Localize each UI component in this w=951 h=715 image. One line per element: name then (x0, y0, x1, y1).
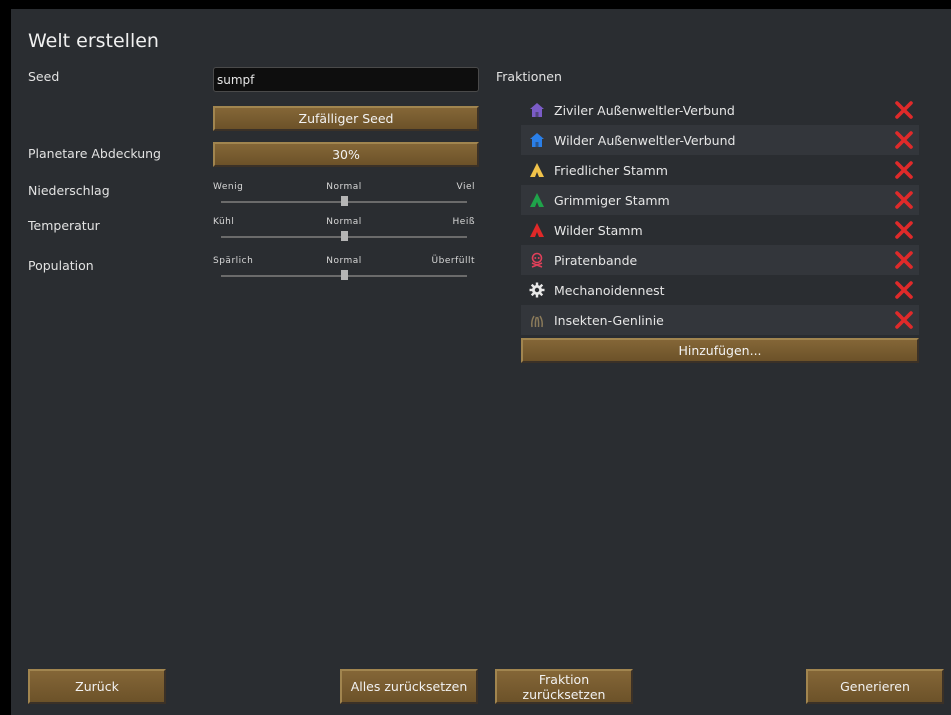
remove-faction-icon[interactable] (895, 101, 913, 119)
population-max-label: Überfüllt (431, 256, 475, 266)
remove-faction-icon[interactable] (895, 281, 913, 299)
slider-thumb[interactable] (341, 270, 348, 280)
generate-button[interactable]: Generieren (806, 669, 944, 704)
population-min-label: Spärlich (213, 256, 254, 266)
faction-name: Mechanoidennest (554, 282, 665, 298)
coverage-button[interactable]: 30% (213, 142, 479, 167)
gear-icon (529, 282, 545, 298)
temperature-max-label: Heiß (452, 217, 475, 227)
tribe-tent-icon (529, 192, 545, 208)
add-faction-button[interactable]: Hinzufügen... (521, 338, 919, 363)
rainfall-label: Niederschlag (28, 183, 110, 198)
reset-all-button[interactable]: Alles zurücksetzen (340, 669, 478, 704)
faction-name: Insekten-Genlinie (554, 312, 664, 328)
rainfall-max-label: Viel (456, 182, 475, 192)
remove-faction-icon[interactable] (895, 311, 913, 329)
faction-row: Wilder Stamm (521, 215, 919, 245)
remove-faction-icon[interactable] (895, 131, 913, 149)
insect-claw-icon (529, 312, 545, 328)
tribe-tent-icon (529, 162, 545, 178)
rainfall-min-label: Wenig (213, 182, 244, 192)
faction-row: Wilder Außenweltler-Verbund (521, 125, 919, 155)
seed-input[interactable] (213, 67, 479, 92)
faction-row: Mechanoidennest (521, 275, 919, 305)
tribe-tent-icon (529, 222, 545, 238)
faction-name: Wilder Außenweltler-Verbund (554, 132, 736, 148)
population-slider[interactable]: Spärlich Normal Überfüllt (213, 255, 475, 287)
population-label: Population (28, 258, 94, 273)
temperature-label: Temperatur (28, 218, 100, 233)
house-icon (529, 102, 545, 118)
faction-row: Ziviler Außenweltler-Verbund (521, 95, 919, 125)
faction-name: Wilder Stamm (554, 222, 643, 238)
faction-list: Ziviler Außenweltler-Verbund Wilder Außen… (521, 95, 919, 335)
faction-row: Insekten-Genlinie (521, 305, 919, 335)
skull-icon (529, 252, 545, 268)
temperature-slider[interactable]: Kühl Normal Heiß (213, 216, 475, 248)
temperature-mid-label: Normal (326, 217, 362, 227)
faction-name: Piratenbande (554, 252, 638, 268)
temperature-min-label: Kühl (213, 217, 235, 227)
reset-factions-button[interactable]: Fraktion zurücksetzen (495, 669, 633, 704)
faction-row: Piratenbande (521, 245, 919, 275)
remove-faction-icon[interactable] (895, 191, 913, 209)
faction-name: Friedlicher Stamm (554, 162, 668, 178)
remove-faction-icon[interactable] (895, 251, 913, 269)
population-mid-label: Normal (326, 256, 362, 266)
seed-label: Seed (28, 69, 60, 84)
faction-row: Grimmiger Stamm (521, 185, 919, 215)
faction-name: Grimmiger Stamm (554, 192, 670, 208)
coverage-label: Planetare Abdeckung (28, 146, 161, 161)
page-title: Welt erstellen (28, 30, 159, 52)
slider-thumb[interactable] (341, 231, 348, 241)
remove-faction-icon[interactable] (895, 221, 913, 239)
rainfall-slider[interactable]: Wenig Normal Viel (213, 181, 475, 213)
slider-thumb[interactable] (341, 196, 348, 206)
back-button[interactable]: Zurück (28, 669, 166, 704)
rainfall-mid-label: Normal (326, 182, 362, 192)
factions-title: Fraktionen (496, 69, 562, 84)
faction-row: Friedlicher Stamm (521, 155, 919, 185)
create-world-window: Welt erstellen Seed Zufälliger Seed Plan… (11, 9, 951, 715)
house-icon (529, 132, 545, 148)
random-seed-button[interactable]: Zufälliger Seed (213, 106, 479, 131)
faction-name: Ziviler Außenweltler-Verbund (554, 102, 735, 118)
remove-faction-icon[interactable] (895, 161, 913, 179)
